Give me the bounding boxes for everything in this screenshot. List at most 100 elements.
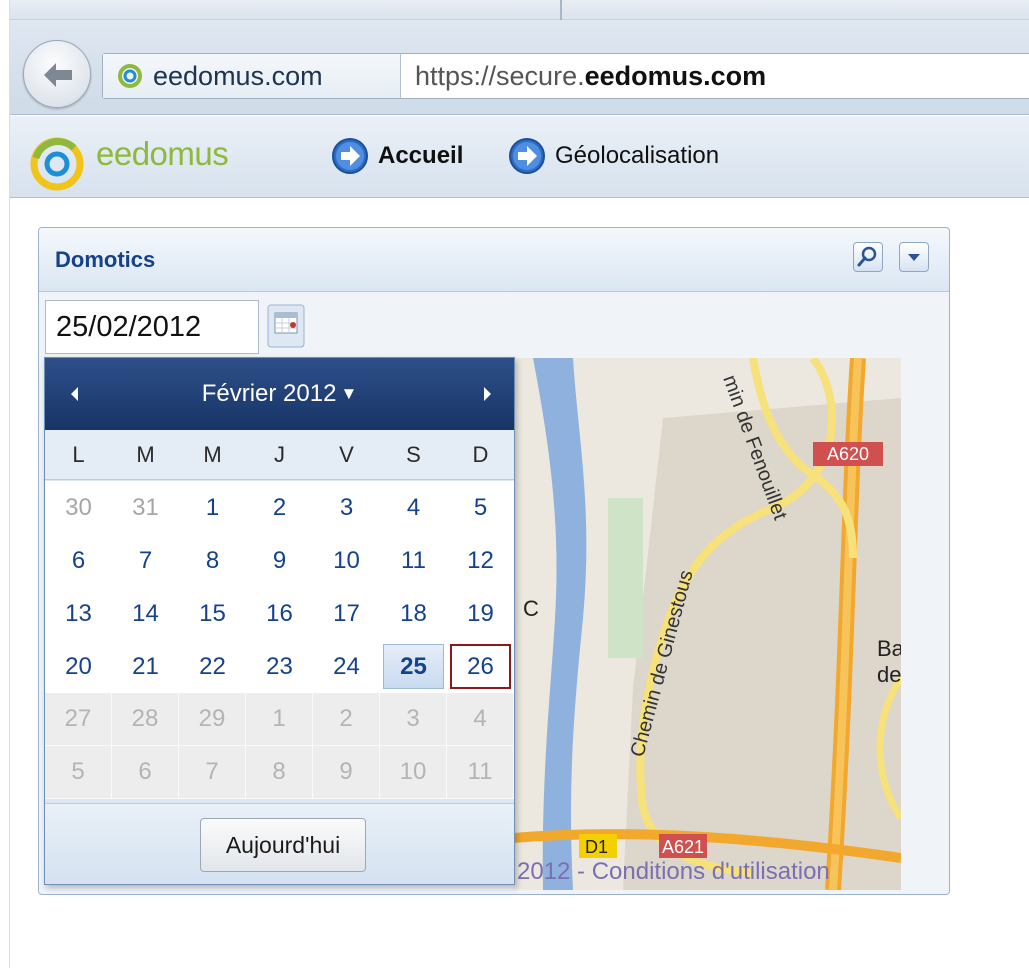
- day-cell-selected[interactable]: 25: [380, 640, 447, 693]
- day-cell[interactable]: 30: [45, 481, 112, 534]
- day-cell[interactable]: 29: [179, 693, 246, 746]
- day-cell[interactable]: 4: [447, 693, 514, 746]
- day-cell[interactable]: 6: [112, 746, 179, 799]
- map-label-c: C: [523, 596, 539, 621]
- day-cell[interactable]: 9: [313, 746, 380, 799]
- day-cell[interactable]: 13: [45, 587, 112, 640]
- chevron-down-icon: [908, 254, 920, 261]
- day-cell[interactable]: 10: [380, 746, 447, 799]
- day-cell[interactable]: 14: [112, 587, 179, 640]
- day-number: 30: [65, 493, 92, 521]
- day-cell[interactable]: 2: [313, 693, 380, 746]
- back-button[interactable]: [23, 40, 91, 108]
- url-domain: eedomus.com: [584, 61, 767, 91]
- day-cell[interactable]: 23: [246, 640, 313, 693]
- day-cell[interactable]: 9: [246, 534, 313, 587]
- nav-geolocalisation-label: Géolocalisation: [555, 142, 720, 169]
- map-label-de: de: [877, 662, 901, 687]
- day-cell[interactable]: 4: [380, 481, 447, 534]
- date-picker: Février 2012 ▼ L M M J V S D 30 31 1 2 3 …: [44, 357, 515, 885]
- day-cell[interactable]: 3: [313, 481, 380, 534]
- day-cell[interactable]: 6: [45, 534, 112, 587]
- logo-text[interactable]: eedomus: [96, 135, 229, 173]
- day-number: 3: [406, 705, 420, 732]
- day-cell[interactable]: 5: [45, 746, 112, 799]
- day-cell[interactable]: 19: [447, 587, 514, 640]
- day-cell[interactable]: 10: [313, 534, 380, 587]
- search-icon: [857, 246, 877, 267]
- week-row: 27 28 29 1 2 3 4: [45, 693, 514, 746]
- chevron-right-icon: [484, 387, 491, 401]
- day-number: 3: [339, 493, 354, 521]
- url-prefix: https://secure.: [415, 61, 585, 91]
- weekday-label: M: [136, 442, 155, 467]
- day-cell[interactable]: 3: [380, 693, 447, 746]
- day-cell[interactable]: 1: [179, 481, 246, 534]
- window-left-edge: [0, 0, 10, 968]
- eedomus-logo-icon[interactable]: [28, 136, 88, 192]
- day-cell[interactable]: 20: [45, 640, 112, 693]
- next-month-button[interactable]: [469, 376, 505, 412]
- day-number: 15: [199, 599, 226, 627]
- site-identity-button[interactable]: eedomus.com: [103, 54, 401, 98]
- weekday-label: V: [339, 442, 354, 467]
- back-arrow-icon: [44, 63, 72, 87]
- address-bar[interactable]: eedomus.com https://secure.eedomus.com: [102, 53, 1029, 99]
- day-cell[interactable]: 17: [313, 587, 380, 640]
- day-cell[interactable]: 27: [45, 693, 112, 746]
- day-cell[interactable]: 1: [246, 693, 313, 746]
- widget-menu-button[interactable]: [899, 242, 929, 272]
- calendar-trigger-icon[interactable]: [267, 304, 305, 348]
- day-number: 27: [64, 705, 92, 732]
- week-row: 13 14 15 16 17 18 19: [45, 587, 514, 640]
- day-cell[interactable]: 15: [179, 587, 246, 640]
- date-picker-header: Février 2012 ▼: [45, 358, 514, 430]
- day-number: 18: [400, 599, 427, 627]
- site-favicon-icon: [118, 64, 142, 88]
- day-number: 10: [399, 758, 427, 785]
- map-label-a621: A621: [662, 837, 704, 857]
- day-number: 1: [205, 493, 220, 521]
- day-number: 26: [450, 644, 511, 689]
- day-cell[interactable]: 18: [380, 587, 447, 640]
- widget-search-button[interactable]: [853, 242, 883, 272]
- day-number: 1: [272, 705, 286, 732]
- day-cell[interactable]: 31: [112, 481, 179, 534]
- date-field[interactable]: 25/02/2012: [45, 300, 259, 354]
- day-cell[interactable]: 7: [112, 534, 179, 587]
- day-cell[interactable]: 5: [447, 481, 514, 534]
- day-cell[interactable]: 28: [112, 693, 179, 746]
- day-cell[interactable]: 11: [380, 534, 447, 587]
- day-cell-today[interactable]: 26: [447, 640, 514, 693]
- month-selector[interactable]: Février 2012 ▼: [45, 380, 514, 408]
- day-cell[interactable]: 21: [112, 640, 179, 693]
- today-button[interactable]: Aujourd'hui: [200, 818, 366, 872]
- day-cell[interactable]: 12: [447, 534, 514, 587]
- map-label-d1: D1: [585, 837, 608, 857]
- nav-accueil-link[interactable]: Accueil: [331, 136, 463, 176]
- day-number: 5: [71, 758, 85, 785]
- month-label: Février 2012: [201, 380, 337, 407]
- map-label-a620: A620: [827, 444, 869, 464]
- day-number: 12: [467, 546, 494, 574]
- day-cell[interactable]: 2: [246, 481, 313, 534]
- weekday-label: J: [274, 442, 285, 467]
- nav-geolocalisation-link[interactable]: Géolocalisation: [508, 136, 719, 176]
- day-cell[interactable]: 16: [246, 587, 313, 640]
- day-number: 6: [138, 758, 152, 785]
- day-cell[interactable]: 11: [447, 746, 514, 799]
- day-cell[interactable]: 24: [313, 640, 380, 693]
- day-number: 29: [198, 705, 226, 732]
- day-cell[interactable]: 7: [179, 746, 246, 799]
- url-text[interactable]: https://secure.eedomus.com: [415, 54, 766, 98]
- week-row: 5 6 7 8 9 10 11: [45, 746, 514, 799]
- map-copyright[interactable]: 2012 - Conditions d'utilisation: [517, 858, 830, 886]
- day-number: 14: [132, 599, 159, 627]
- day-cell[interactable]: 8: [246, 746, 313, 799]
- day-cell[interactable]: 22: [179, 640, 246, 693]
- day-number: 24: [333, 652, 360, 680]
- day-number: 7: [138, 546, 153, 574]
- day-number: 13: [65, 599, 92, 627]
- map-view[interactable]: A620 min de Fenouillet Chemin de Ginesto…: [513, 358, 901, 890]
- day-cell[interactable]: 8: [179, 534, 246, 587]
